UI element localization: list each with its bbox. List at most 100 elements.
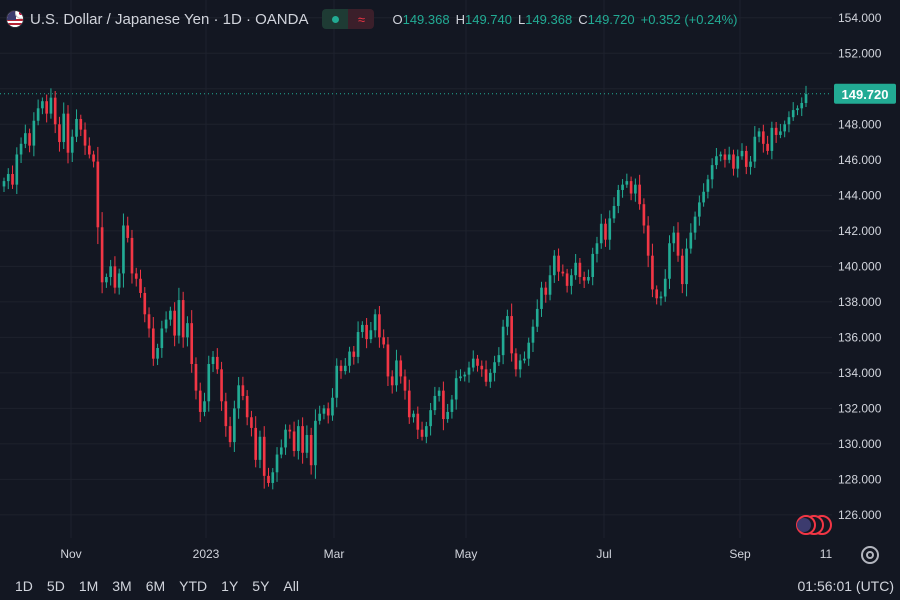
candle[interactable] [75, 109, 78, 143]
candle[interactable] [6, 168, 10, 190]
candle[interactable] [565, 268, 569, 293]
candle[interactable] [335, 358, 339, 408]
candle[interactable] [723, 148, 727, 168]
wave-icon[interactable]: ≈ [348, 9, 375, 29]
candle[interactable] [151, 317, 155, 366]
candle[interactable] [523, 351, 526, 364]
candle[interactable] [203, 392, 206, 417]
candle[interactable] [117, 268, 121, 295]
candle[interactable] [356, 321, 360, 364]
candle[interactable] [727, 146, 731, 164]
candle[interactable] [297, 419, 300, 460]
candle[interactable] [390, 370, 394, 394]
candle[interactable] [454, 370, 458, 410]
candle[interactable] [796, 105, 799, 116]
candle[interactable] [309, 427, 313, 475]
candle[interactable] [301, 417, 304, 464]
candle[interactable] [535, 299, 539, 333]
candle[interactable] [258, 430, 262, 469]
candle[interactable] [625, 173, 629, 188]
candle[interactable] [122, 213, 125, 288]
candle[interactable] [429, 402, 432, 436]
candle[interactable] [395, 349, 398, 392]
candle[interactable] [378, 306, 381, 348]
candle[interactable] [2, 177, 6, 193]
symbol-title[interactable]: U.S. Dollar / Japanese Yen · 1D · OANDA [30, 11, 308, 28]
candle[interactable] [791, 102, 795, 121]
candle[interactable] [595, 236, 599, 263]
candle[interactable] [540, 281, 543, 317]
candle[interactable] [740, 143, 744, 160]
candle[interactable] [467, 361, 471, 383]
candle[interactable] [207, 355, 211, 412]
range-button-1d[interactable]: 1D [8, 578, 40, 594]
status-pill[interactable]: ≈ [322, 9, 375, 29]
candle[interactable] [488, 368, 492, 388]
candle[interactable] [698, 195, 701, 226]
range-button-5d[interactable]: 5D [40, 578, 72, 594]
candle[interactable] [459, 369, 462, 382]
candle[interactable] [339, 360, 343, 379]
candle[interactable] [130, 229, 134, 284]
us-event-flag-icon[interactable] [797, 518, 811, 532]
candle[interactable] [254, 416, 258, 468]
candle[interactable] [757, 127, 761, 143]
candle[interactable] [412, 410, 415, 423]
candle[interactable] [139, 269, 142, 298]
candle[interactable] [24, 124, 27, 149]
candle[interactable] [15, 147, 19, 194]
candle[interactable] [552, 250, 556, 283]
candle[interactable] [177, 287, 181, 344]
candle[interactable] [284, 424, 287, 455]
candle[interactable] [156, 343, 159, 366]
range-button-ytd[interactable]: YTD [172, 578, 214, 594]
candle[interactable] [305, 425, 309, 459]
candle[interactable] [228, 416, 232, 448]
candle[interactable] [245, 390, 249, 426]
candle[interactable] [373, 309, 377, 338]
candle[interactable] [480, 360, 484, 377]
candle[interactable] [32, 112, 36, 157]
range-button-3m[interactable]: 3M [105, 578, 138, 594]
candle[interactable] [100, 212, 104, 294]
candle[interactable] [685, 238, 688, 297]
candle[interactable] [497, 347, 501, 366]
candle[interactable] [279, 439, 283, 459]
candle[interactable] [224, 392, 228, 437]
candle[interactable] [514, 348, 518, 377]
candle[interactable] [484, 360, 488, 387]
candle[interactable] [314, 409, 317, 479]
candle[interactable] [437, 387, 441, 402]
candle[interactable] [787, 111, 791, 133]
candle[interactable] [506, 309, 509, 336]
price-chart[interactable]: 154.000152.000150.000148.000146.000144.0… [0, 0, 900, 572]
candle[interactable] [36, 99, 40, 126]
candle[interactable] [194, 357, 198, 400]
candle[interactable] [646, 216, 650, 268]
candle[interactable] [215, 348, 219, 374]
utc-clock[interactable]: 01:56:01 (UTC) [798, 572, 894, 600]
candle[interactable] [96, 146, 100, 245]
candle[interactable] [420, 421, 424, 441]
candle[interactable] [544, 281, 548, 303]
candle[interactable] [87, 137, 91, 159]
candle[interactable] [578, 257, 582, 284]
range-button-all[interactable]: All [276, 578, 306, 594]
candle[interactable] [113, 256, 117, 294]
usd-jpy-flag-icon[interactable] [6, 10, 24, 28]
candle[interactable] [736, 149, 740, 178]
candle[interactable] [407, 379, 411, 424]
candle[interactable] [774, 121, 778, 143]
candle[interactable] [800, 97, 804, 117]
candle[interactable] [386, 337, 390, 387]
candle[interactable] [250, 410, 253, 437]
candle[interactable] [322, 404, 326, 420]
candle[interactable] [134, 267, 138, 287]
candle[interactable] [83, 122, 87, 155]
candle[interactable] [190, 310, 194, 373]
candle[interactable] [693, 211, 697, 240]
candle[interactable] [779, 123, 782, 139]
candle[interactable] [663, 269, 667, 302]
candle[interactable] [237, 377, 240, 419]
candle[interactable] [211, 351, 215, 372]
